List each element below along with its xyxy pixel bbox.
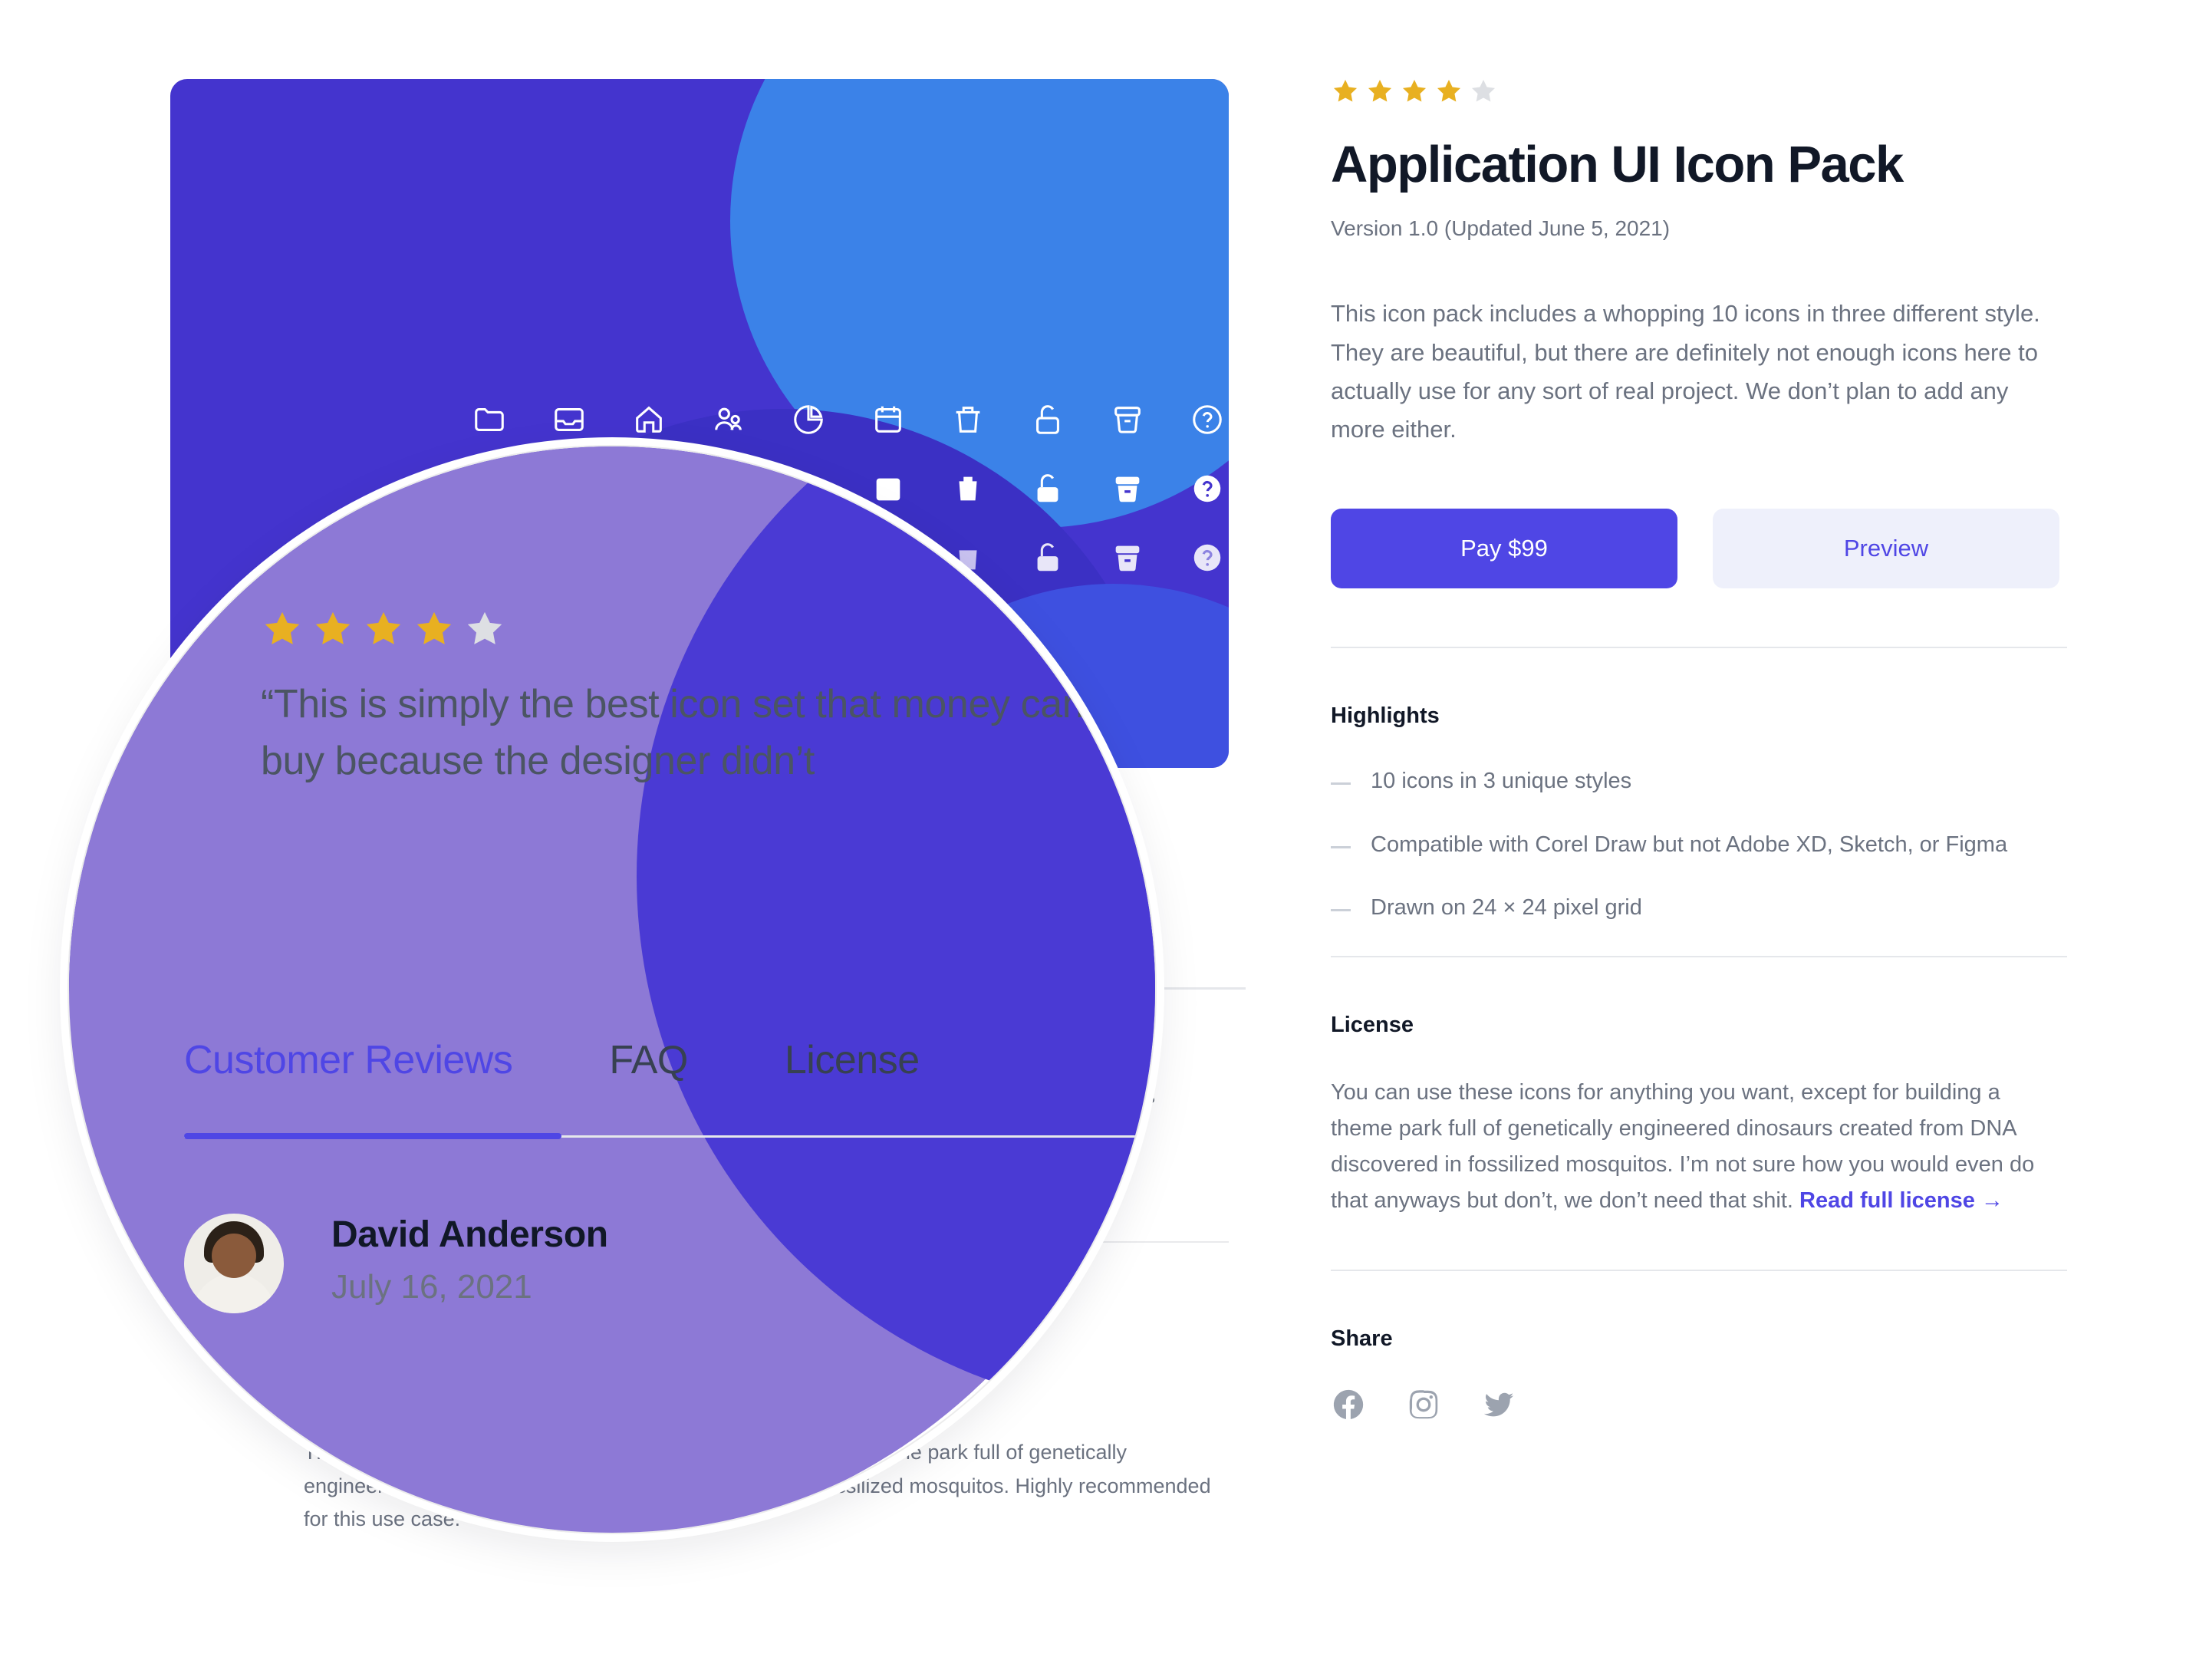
list-item: Drawn on 24 × 24 pixel grid bbox=[1331, 892, 2067, 924]
section-divider bbox=[1331, 647, 2067, 649]
tab-license[interactable]: License bbox=[785, 1037, 920, 1083]
tab-active-underline bbox=[184, 1133, 561, 1139]
trash-icon bbox=[948, 400, 988, 440]
read-full-license-link[interactable]: Read full license → bbox=[1799, 1188, 2003, 1213]
dash-icon bbox=[1331, 782, 1351, 786]
magnified-review-quote: “This is simply the best icon set that m… bbox=[261, 682, 1085, 783]
highlight-text: Compatible with Corel Draw but not Adobe… bbox=[1371, 832, 2008, 857]
calendar-icon bbox=[868, 400, 908, 440]
question-mark-icon bbox=[1187, 469, 1227, 509]
highlight-text: 10 icons in 3 unique styles bbox=[1371, 769, 1632, 794]
product-version: Version 1.0 (Updated June 5, 2021) bbox=[1331, 216, 1671, 241]
license-heading: License bbox=[1331, 1013, 1414, 1037]
page-title: Application UI Icon Pack bbox=[1331, 136, 1904, 193]
section-divider bbox=[1331, 1269, 2067, 1271]
tab-faq[interactable]: FAQ bbox=[609, 1037, 688, 1083]
users-icon bbox=[709, 400, 749, 440]
icon-row-outline bbox=[469, 400, 1229, 440]
share-links bbox=[1331, 1387, 2067, 1426]
magnified-review: David Anderson July 16, 2021 bbox=[184, 1214, 608, 1313]
question-mark-icon bbox=[1187, 538, 1227, 578]
preview-button[interactable]: Preview bbox=[1713, 509, 2059, 589]
home-icon bbox=[629, 400, 669, 440]
product-details-panel: Application UI Icon Pack Version 1.0 (Up… bbox=[1331, 77, 2067, 1426]
action-buttons: Pay $99 Preview bbox=[1331, 509, 2067, 589]
dash-icon bbox=[1331, 909, 1351, 912]
facebook-icon[interactable] bbox=[1331, 1387, 1366, 1426]
dash-icon bbox=[1331, 845, 1351, 848]
unlock-icon bbox=[1028, 400, 1068, 440]
license-text: You can use these icons for anything you… bbox=[1331, 1075, 2067, 1219]
folder-icon bbox=[469, 400, 509, 440]
magnified-tabs: Customer Reviews FAQ License bbox=[184, 1037, 1151, 1083]
pie-chart-icon bbox=[788, 400, 828, 440]
review-date: July 16, 2021 bbox=[331, 1268, 532, 1306]
list-item: Compatible with Corel Draw but not Adobe… bbox=[1331, 829, 2067, 861]
twitter-icon[interactable] bbox=[1481, 1387, 1516, 1426]
product-description: This icon pack includes a whopping 10 ic… bbox=[1331, 300, 2040, 443]
avatar bbox=[184, 1214, 284, 1313]
highlights-list: 10 icons in 3 unique styles Compatible w… bbox=[1331, 766, 2067, 924]
question-mark-icon bbox=[1187, 400, 1227, 440]
reviewer-name: David Anderson bbox=[331, 1214, 608, 1255]
list-item: 10 icons in 3 unique styles bbox=[1331, 766, 2067, 797]
section-divider bbox=[1331, 956, 2067, 957]
product-page: Customer Reviews FAQ License David Ander… bbox=[0, 0, 2209, 1680]
inbox-icon bbox=[549, 400, 589, 440]
archive-icon bbox=[1108, 400, 1147, 440]
pay-button[interactable]: Pay $99 bbox=[1331, 509, 1677, 589]
magnifier-loupe: Customer Reviews FAQ License David Ander… bbox=[67, 445, 1157, 1534]
instagram-icon[interactable] bbox=[1406, 1387, 1441, 1426]
highlight-text: Drawn on 24 × 24 pixel grid bbox=[1371, 895, 1642, 921]
magnified-rating bbox=[261, 608, 506, 651]
share-heading: Share bbox=[1331, 1326, 1393, 1351]
tab-customer-reviews[interactable]: Customer Reviews bbox=[184, 1037, 513, 1083]
product-rating bbox=[1331, 77, 2067, 106]
highlights-heading: Highlights bbox=[1331, 703, 1440, 729]
